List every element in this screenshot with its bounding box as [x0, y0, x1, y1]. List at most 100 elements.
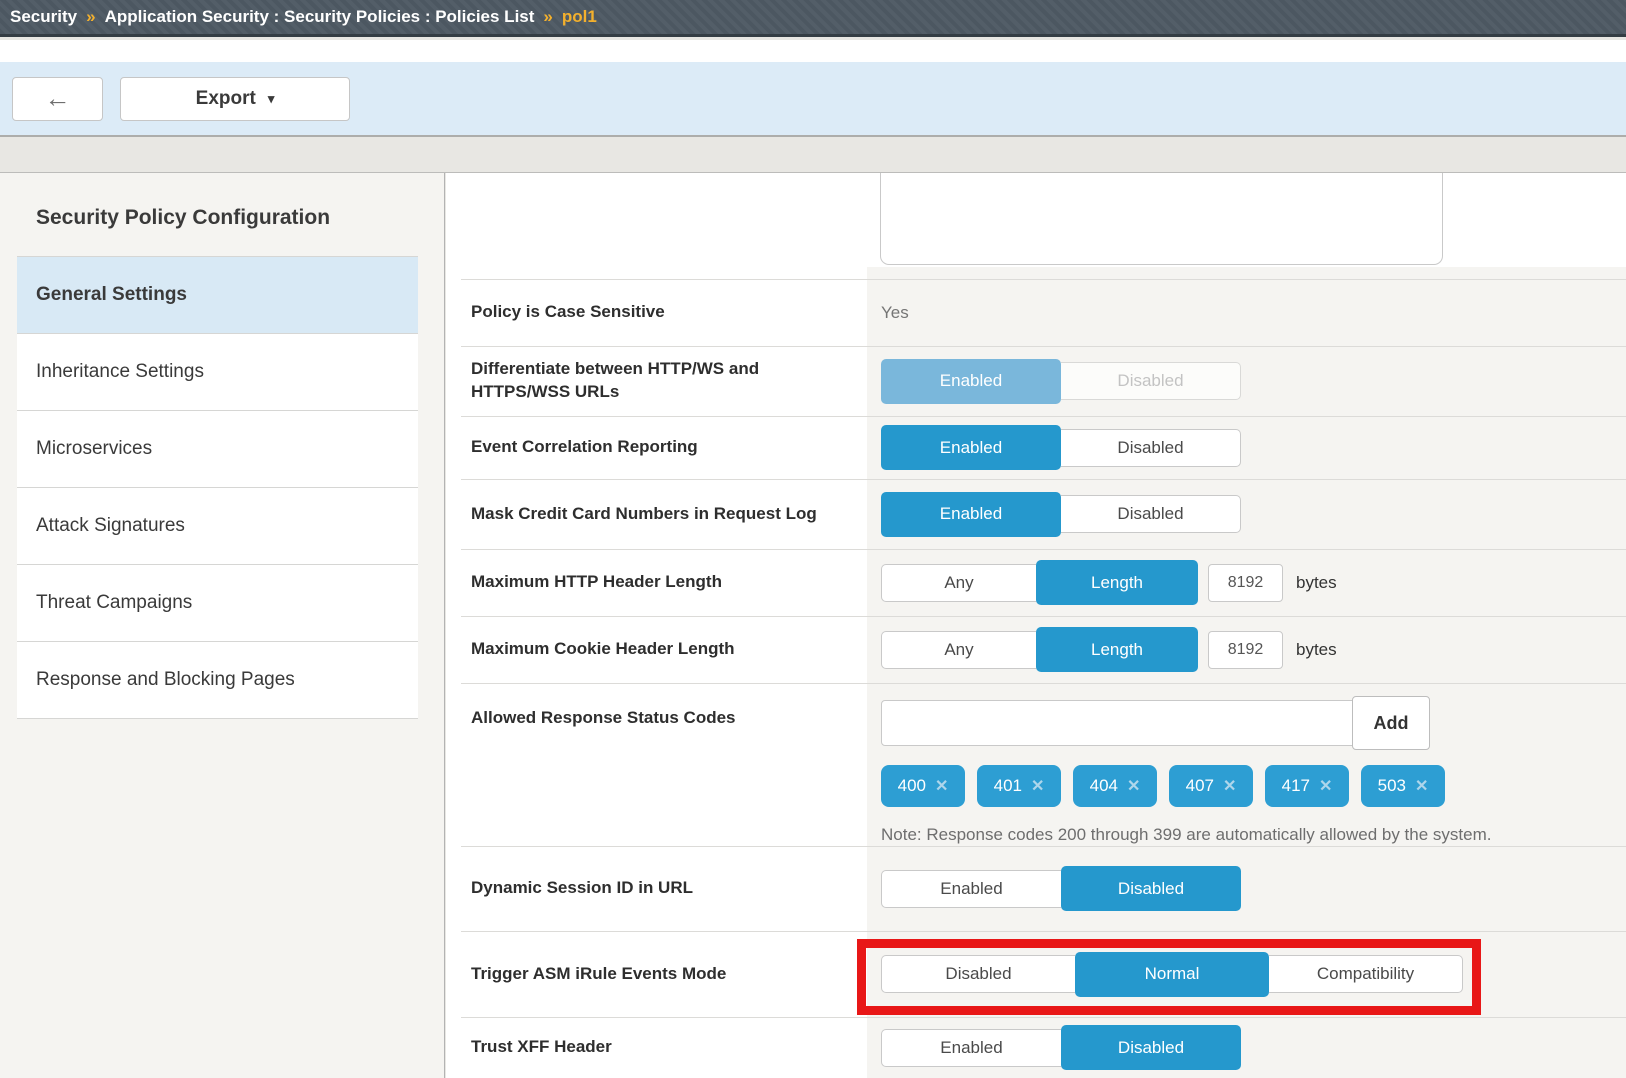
sidebar-list: General Settings Inheritance Settings Mi…	[17, 256, 418, 719]
chip-label: 503	[1378, 776, 1406, 796]
back-arrow-icon: ←	[45, 83, 71, 114]
sidebar-item-label: Response and Blocking Pages	[36, 669, 295, 691]
setting-label: Event Correlation Reporting	[446, 416, 867, 479]
row-differentiate-urls: Differentiate between HTTP/WS and HTTPS/…	[446, 346, 1626, 416]
row-max-http-header: Maximum HTTP Header Length Any Length by…	[446, 549, 1626, 616]
sidebar-item-general-settings[interactable]: General Settings	[17, 257, 418, 334]
settings-rows: Policy is Case Sensitive Yes Differentia…	[446, 279, 1626, 1078]
max-cookie-header-length-option[interactable]: Length	[1036, 627, 1198, 672]
setting-label: Maximum HTTP Header Length	[446, 549, 867, 616]
export-button[interactable]: Export ▾	[120, 77, 350, 121]
chip-label: 404	[1090, 776, 1118, 796]
mask-ccn-toggle: Enabled Disabled	[881, 492, 1241, 537]
chip-label: 417	[1282, 776, 1310, 796]
status-code-chip-407[interactable]: 407 ✕	[1169, 765, 1253, 807]
chip-label: 400	[898, 776, 926, 796]
status-code-chip-417[interactable]: 417 ✕	[1265, 765, 1349, 807]
remove-code-icon[interactable]: ✕	[1415, 776, 1428, 796]
sidebar-item-microservices[interactable]: Microservices	[17, 411, 418, 488]
chevron-down-icon: ▾	[268, 91, 275, 107]
sidebar-item-label: General Settings	[36, 284, 187, 306]
toolbar: ← Export ▾	[0, 62, 1626, 137]
breadcrumb-path: Application Security : Security Policies…	[105, 7, 535, 27]
max-http-header-unit: bytes	[1296, 573, 1337, 593]
max-http-header-any-option[interactable]: Any	[881, 564, 1036, 602]
row-max-cookie-header: Maximum Cookie Header Length Any Length …	[446, 616, 1626, 683]
breadcrumb-separator-icon: »	[77, 7, 104, 27]
setting-label: Maximum Cookie Header Length	[446, 616, 867, 683]
status-code-chip-404[interactable]: 404 ✕	[1073, 765, 1157, 807]
status-code-chip-503[interactable]: 503 ✕	[1361, 765, 1445, 807]
event-correlation-enabled-option[interactable]: Enabled	[881, 425, 1061, 470]
event-correlation-toggle: Enabled Disabled	[881, 425, 1241, 470]
max-http-header-toggle: Any Length	[881, 560, 1198, 605]
row-trust-xff: Trust XFF Header Enabled Disabled	[446, 1017, 1626, 1078]
max-cookie-header-toggle: Any Length	[881, 627, 1198, 672]
dynamic-session-toggle: Enabled Disabled	[881, 866, 1241, 911]
remove-code-icon[interactable]: ✕	[935, 776, 948, 796]
sidebar-item-attack-signatures[interactable]: Attack Signatures	[17, 488, 418, 565]
remove-code-icon[interactable]: ✕	[1319, 776, 1332, 796]
setting-label: Trigger ASM iRule Events Mode	[446, 931, 867, 1017]
max-http-header-length-input[interactable]	[1208, 564, 1283, 602]
differentiate-enabled-option[interactable]: Enabled	[881, 359, 1061, 404]
status-codes-note: Note: Response codes 200 through 399 are…	[881, 825, 1491, 845]
setting-label: Dynamic Session ID in URL	[446, 846, 867, 931]
trust-xff-enabled-option[interactable]: Enabled	[881, 1029, 1061, 1067]
setting-label: Trust XFF Header	[446, 1017, 867, 1078]
sidebar-title: Security Policy Configuration	[36, 206, 444, 230]
setting-label: Differentiate between HTTP/WS and HTTPS/…	[446, 346, 867, 416]
trigger-irule-disabled-option[interactable]: Disabled	[881, 955, 1075, 993]
differentiate-toggle: Enabled Disabled	[881, 359, 1241, 404]
sidebar: Security Policy Configuration General Se…	[0, 173, 445, 1078]
remove-code-icon[interactable]: ✕	[1031, 776, 1044, 796]
case-sensitive-value: Yes	[881, 303, 909, 323]
trust-xff-disabled-option[interactable]: Disabled	[1061, 1025, 1241, 1070]
status-code-chip-400[interactable]: 400 ✕	[881, 765, 965, 807]
row-trigger-irule-mode: Trigger ASM iRule Events Mode Disabled N…	[446, 931, 1626, 1017]
mask-ccn-disabled-option[interactable]: Disabled	[1061, 495, 1241, 533]
max-cookie-header-any-option[interactable]: Any	[881, 631, 1036, 669]
max-cookie-header-length-input[interactable]	[1208, 631, 1283, 669]
status-code-chips: 400 ✕ 401 ✕ 404 ✕	[881, 765, 1491, 807]
chip-label: 407	[1186, 776, 1214, 796]
row-dynamic-session: Dynamic Session ID in URL Enabled Disabl…	[446, 846, 1626, 931]
event-correlation-disabled-option[interactable]: Disabled	[1061, 429, 1241, 467]
back-button[interactable]: ←	[12, 77, 103, 121]
remove-code-icon[interactable]: ✕	[1223, 776, 1236, 796]
status-code-chip-401[interactable]: 401 ✕	[977, 765, 1061, 807]
scrolled-off-field[interactable]	[880, 173, 1443, 265]
setting-label: Policy is Case Sensitive	[446, 279, 867, 346]
sidebar-item-label: Attack Signatures	[36, 515, 185, 537]
breadcrumb: Security » Application Security : Securi…	[0, 0, 1626, 37]
setting-label: Allowed Response Status Codes	[446, 683, 867, 846]
export-button-label: Export	[196, 88, 256, 110]
row-allowed-status-codes: Allowed Response Status Codes Add 400	[446, 683, 1626, 846]
max-http-header-length-option[interactable]: Length	[1036, 560, 1198, 605]
main-area: Security Policy Configuration General Se…	[0, 172, 1626, 1077]
differentiate-disabled-option[interactable]: Disabled	[1061, 362, 1241, 400]
breadcrumb-current-policy: pol1	[562, 7, 597, 27]
dynamic-session-enabled-option[interactable]: Enabled	[881, 870, 1061, 908]
sidebar-item-threat-campaigns[interactable]: Threat Campaigns	[17, 565, 418, 642]
sidebar-item-label: Microservices	[36, 438, 152, 460]
setting-label: Mask Credit Card Numbers in Request Log	[446, 479, 867, 549]
add-button-label: Add	[1374, 713, 1409, 734]
row-case-sensitive: Policy is Case Sensitive Yes	[446, 279, 1626, 346]
mask-ccn-enabled-option[interactable]: Enabled	[881, 492, 1061, 537]
sidebar-item-label: Inheritance Settings	[36, 361, 204, 383]
breadcrumb-separator-icon: »	[534, 7, 561, 27]
status-code-input[interactable]	[881, 700, 1353, 746]
chip-label: 401	[994, 776, 1022, 796]
add-status-code-button[interactable]: Add	[1352, 696, 1430, 750]
trigger-irule-compatibility-option[interactable]: Compatibility	[1269, 955, 1463, 993]
sidebar-item-response-blocking-pages[interactable]: Response and Blocking Pages	[17, 642, 418, 719]
dynamic-session-disabled-option[interactable]: Disabled	[1061, 866, 1241, 911]
sidebar-item-label: Threat Campaigns	[36, 592, 192, 614]
remove-code-icon[interactable]: ✕	[1127, 776, 1140, 796]
trigger-irule-normal-option[interactable]: Normal	[1075, 952, 1269, 997]
sidebar-item-inheritance-settings[interactable]: Inheritance Settings	[17, 334, 418, 411]
breadcrumb-root[interactable]: Security	[10, 7, 77, 27]
row-event-correlation: Event Correlation Reporting Enabled Disa…	[446, 416, 1626, 479]
top-gap	[0, 40, 1626, 62]
